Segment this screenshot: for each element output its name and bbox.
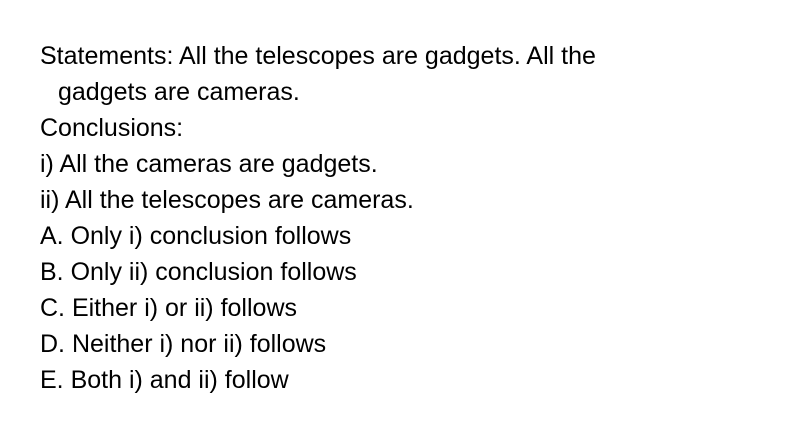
option-a: A. Only i) conclusion follows — [40, 222, 352, 250]
statements-text-line-2: gadgets are cameras. — [58, 78, 300, 106]
option-c: C. Either i) or ii) follows — [40, 294, 297, 322]
conclusion-item-2: ii) All the telescopes are cameras. — [40, 186, 414, 214]
conclusion-item-1: i) All the cameras are gadgets. — [40, 150, 378, 178]
statements-text-line-1: Statements: All the telescopes are gadge… — [40, 42, 596, 70]
conclusions-label: Conclusions: — [40, 114, 184, 142]
option-e: E. Both i) and ii) follow — [40, 366, 289, 394]
option-d: D. Neither i) nor ii) follows — [40, 330, 327, 358]
question-block: Statements: All the telescopes are gadge… — [40, 38, 740, 398]
option-b: B. Only ii) conclusion follows — [40, 258, 357, 286]
